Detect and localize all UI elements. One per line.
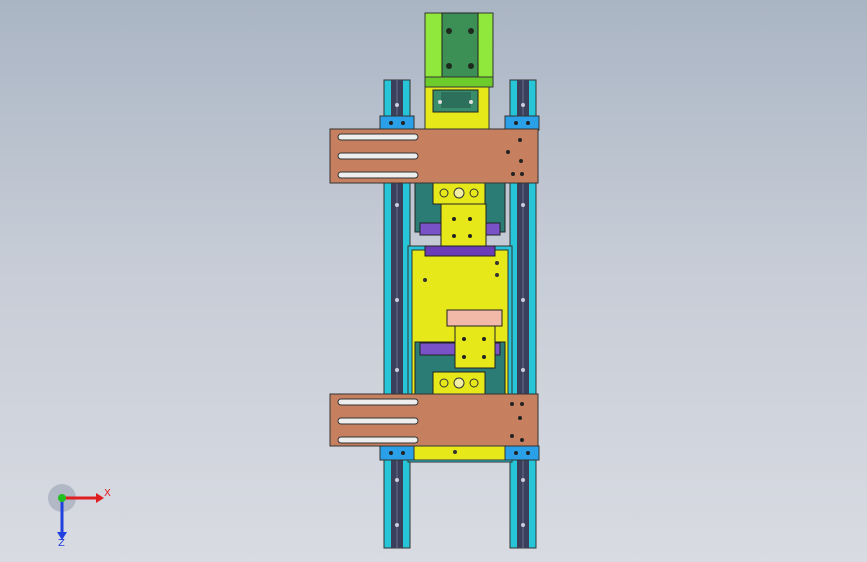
y-axis-dot <box>58 494 66 502</box>
x-axis-label: X <box>104 488 111 499</box>
assembly-drawing[interactable] <box>0 0 867 562</box>
coordinate-triad: X Z <box>48 484 111 548</box>
z-axis-label: Z <box>58 538 65 548</box>
cad-viewport[interactable]: X Z <box>0 0 867 562</box>
lower-copper-plate[interactable] <box>329 393 539 447</box>
bottom-right-bracket[interactable] <box>504 445 540 461</box>
bottom-left-bracket[interactable] <box>379 445 415 461</box>
top-left-bracket[interactable] <box>379 115 415 131</box>
upper-copper-plate[interactable] <box>329 128 539 184</box>
top-right-bracket[interactable] <box>504 115 540 131</box>
upper-yellow-block[interactable] <box>424 86 490 130</box>
top-green-plate[interactable] <box>424 12 494 88</box>
